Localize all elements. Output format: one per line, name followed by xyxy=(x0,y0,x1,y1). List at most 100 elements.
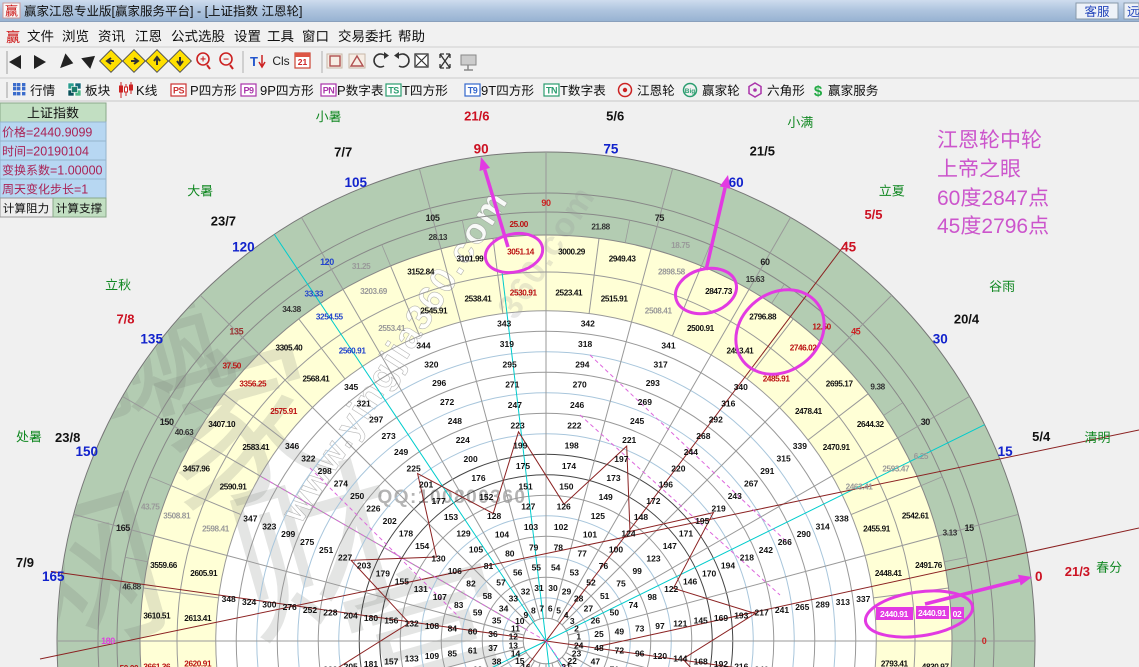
svg-text:124: 124 xyxy=(621,529,635,539)
svg-text:35: 35 xyxy=(492,616,502,626)
svg-text:220: 220 xyxy=(671,463,685,473)
svg-text:3152.84: 3152.84 xyxy=(407,268,435,277)
svg-text:47: 47 xyxy=(591,656,601,666)
svg-text:97: 97 xyxy=(655,621,665,631)
svg-text:2620.91: 2620.91 xyxy=(184,660,212,667)
svg-text:128: 128 xyxy=(487,511,501,521)
svg-text:TS: TS xyxy=(388,86,399,96)
svg-text:20/4: 20/4 xyxy=(954,311,980,326)
svg-text:152: 152 xyxy=(479,492,493,502)
svg-text:265: 265 xyxy=(795,602,809,612)
svg-text:2455.91: 2455.91 xyxy=(863,525,891,534)
svg-text:15: 15 xyxy=(998,444,1014,459)
svg-text:T: T xyxy=(560,83,568,98)
svg-text:2545.91: 2545.91 xyxy=(420,306,448,315)
svg-text:192: 192 xyxy=(714,659,728,667)
svg-text:297: 297 xyxy=(369,415,383,425)
svg-text:338: 338 xyxy=(835,514,849,524)
svg-text:2538.41: 2538.41 xyxy=(465,295,493,304)
svg-text:2560.91: 2560.91 xyxy=(339,347,367,356)
svg-text:249: 249 xyxy=(394,447,408,457)
svg-text:105: 105 xyxy=(345,175,368,190)
svg-text:321: 321 xyxy=(357,398,371,408)
svg-text:123: 123 xyxy=(646,554,660,564)
svg-text:85: 85 xyxy=(448,648,458,658)
svg-text:29: 29 xyxy=(562,587,572,597)
svg-text:=1: =1 xyxy=(74,183,88,197)
svg-text:180: 180 xyxy=(364,613,378,623)
svg-text:343: 343 xyxy=(497,319,511,329)
svg-text:78: 78 xyxy=(554,542,564,552)
svg-text:2796.88: 2796.88 xyxy=(749,313,777,322)
svg-text:=2440.9099: =2440.9099 xyxy=(26,126,92,140)
svg-text:2949.43: 2949.43 xyxy=(609,254,637,263)
svg-text:348: 348 xyxy=(222,594,236,604)
svg-text:344: 344 xyxy=(416,340,430,350)
svg-text:23/8: 23/8 xyxy=(55,430,80,445)
svg-text:217: 217 xyxy=(755,608,769,618)
svg-text:75: 75 xyxy=(655,213,665,223)
svg-text:30: 30 xyxy=(933,331,948,346)
svg-text:131: 131 xyxy=(414,584,428,594)
svg-text:197: 197 xyxy=(614,454,628,464)
svg-text:299: 299 xyxy=(281,529,295,539)
svg-text:73: 73 xyxy=(635,624,645,634)
svg-text:345: 345 xyxy=(344,382,358,392)
svg-text:218: 218 xyxy=(740,553,754,563)
svg-text:242: 242 xyxy=(759,545,773,555)
svg-text:T: T xyxy=(402,83,410,98)
svg-text:313: 313 xyxy=(836,597,850,607)
svg-text:130: 130 xyxy=(431,554,445,564)
svg-text:2470.91: 2470.91 xyxy=(823,443,851,452)
svg-text:6.25: 6.25 xyxy=(914,452,929,461)
svg-text:247: 247 xyxy=(508,400,522,410)
svg-text:120: 120 xyxy=(320,257,334,267)
svg-text:3559.66: 3559.66 xyxy=(150,561,178,570)
svg-text:2: 2 xyxy=(574,623,579,633)
svg-text:21/6: 21/6 xyxy=(464,109,489,124)
svg-text:269: 269 xyxy=(638,397,652,407)
svg-text:227: 227 xyxy=(338,553,352,563)
svg-text:244: 244 xyxy=(684,447,698,457)
svg-text:90: 90 xyxy=(541,198,551,208)
svg-text:200: 200 xyxy=(464,454,478,464)
svg-text:132: 132 xyxy=(405,618,419,628)
svg-text:2613.41: 2613.41 xyxy=(184,614,212,623)
svg-text:170: 170 xyxy=(702,568,716,578)
svg-text:225: 225 xyxy=(407,463,421,473)
svg-text:204: 204 xyxy=(344,610,358,620)
svg-text:34.38: 34.38 xyxy=(282,305,301,314)
svg-text:320: 320 xyxy=(424,359,438,369)
svg-text:178: 178 xyxy=(399,529,413,539)
svg-text:21: 21 xyxy=(298,57,308,67)
svg-text:60: 60 xyxy=(468,626,478,636)
svg-text:104: 104 xyxy=(495,530,509,540)
svg-text:3610.51: 3610.51 xyxy=(143,611,171,620)
svg-text:QQ:100800360: QQ:100800360 xyxy=(378,487,527,508)
svg-text:T: T xyxy=(250,54,258,69)
svg-text:60: 60 xyxy=(937,187,960,210)
svg-text:245: 245 xyxy=(630,416,644,426)
svg-text:30: 30 xyxy=(548,583,558,593)
svg-text:8: 8 xyxy=(531,606,536,616)
svg-text:252: 252 xyxy=(303,605,317,615)
svg-text:9.38: 9.38 xyxy=(870,382,885,391)
svg-text:48: 48 xyxy=(594,643,604,653)
svg-text:75: 75 xyxy=(616,578,626,588)
svg-text:76: 76 xyxy=(599,561,609,571)
svg-text:=20190104: =20190104 xyxy=(26,145,89,159)
svg-text:25.00: 25.00 xyxy=(509,220,528,229)
svg-text:3305.40: 3305.40 xyxy=(276,344,304,353)
svg-text:2478.41: 2478.41 xyxy=(795,407,823,416)
svg-text:5/4: 5/4 xyxy=(1032,429,1051,444)
svg-text:2542.61: 2542.61 xyxy=(902,512,930,521)
svg-text:199: 199 xyxy=(513,441,527,451)
svg-text:5/6: 5/6 xyxy=(606,109,624,124)
svg-text:174: 174 xyxy=(562,461,576,471)
svg-text:96: 96 xyxy=(635,648,645,658)
svg-text:+: + xyxy=(200,55,206,66)
svg-text:102: 102 xyxy=(554,522,568,532)
svg-text:0: 0 xyxy=(1035,569,1043,584)
svg-text:291: 291 xyxy=(760,466,774,476)
svg-text:108: 108 xyxy=(425,621,439,631)
